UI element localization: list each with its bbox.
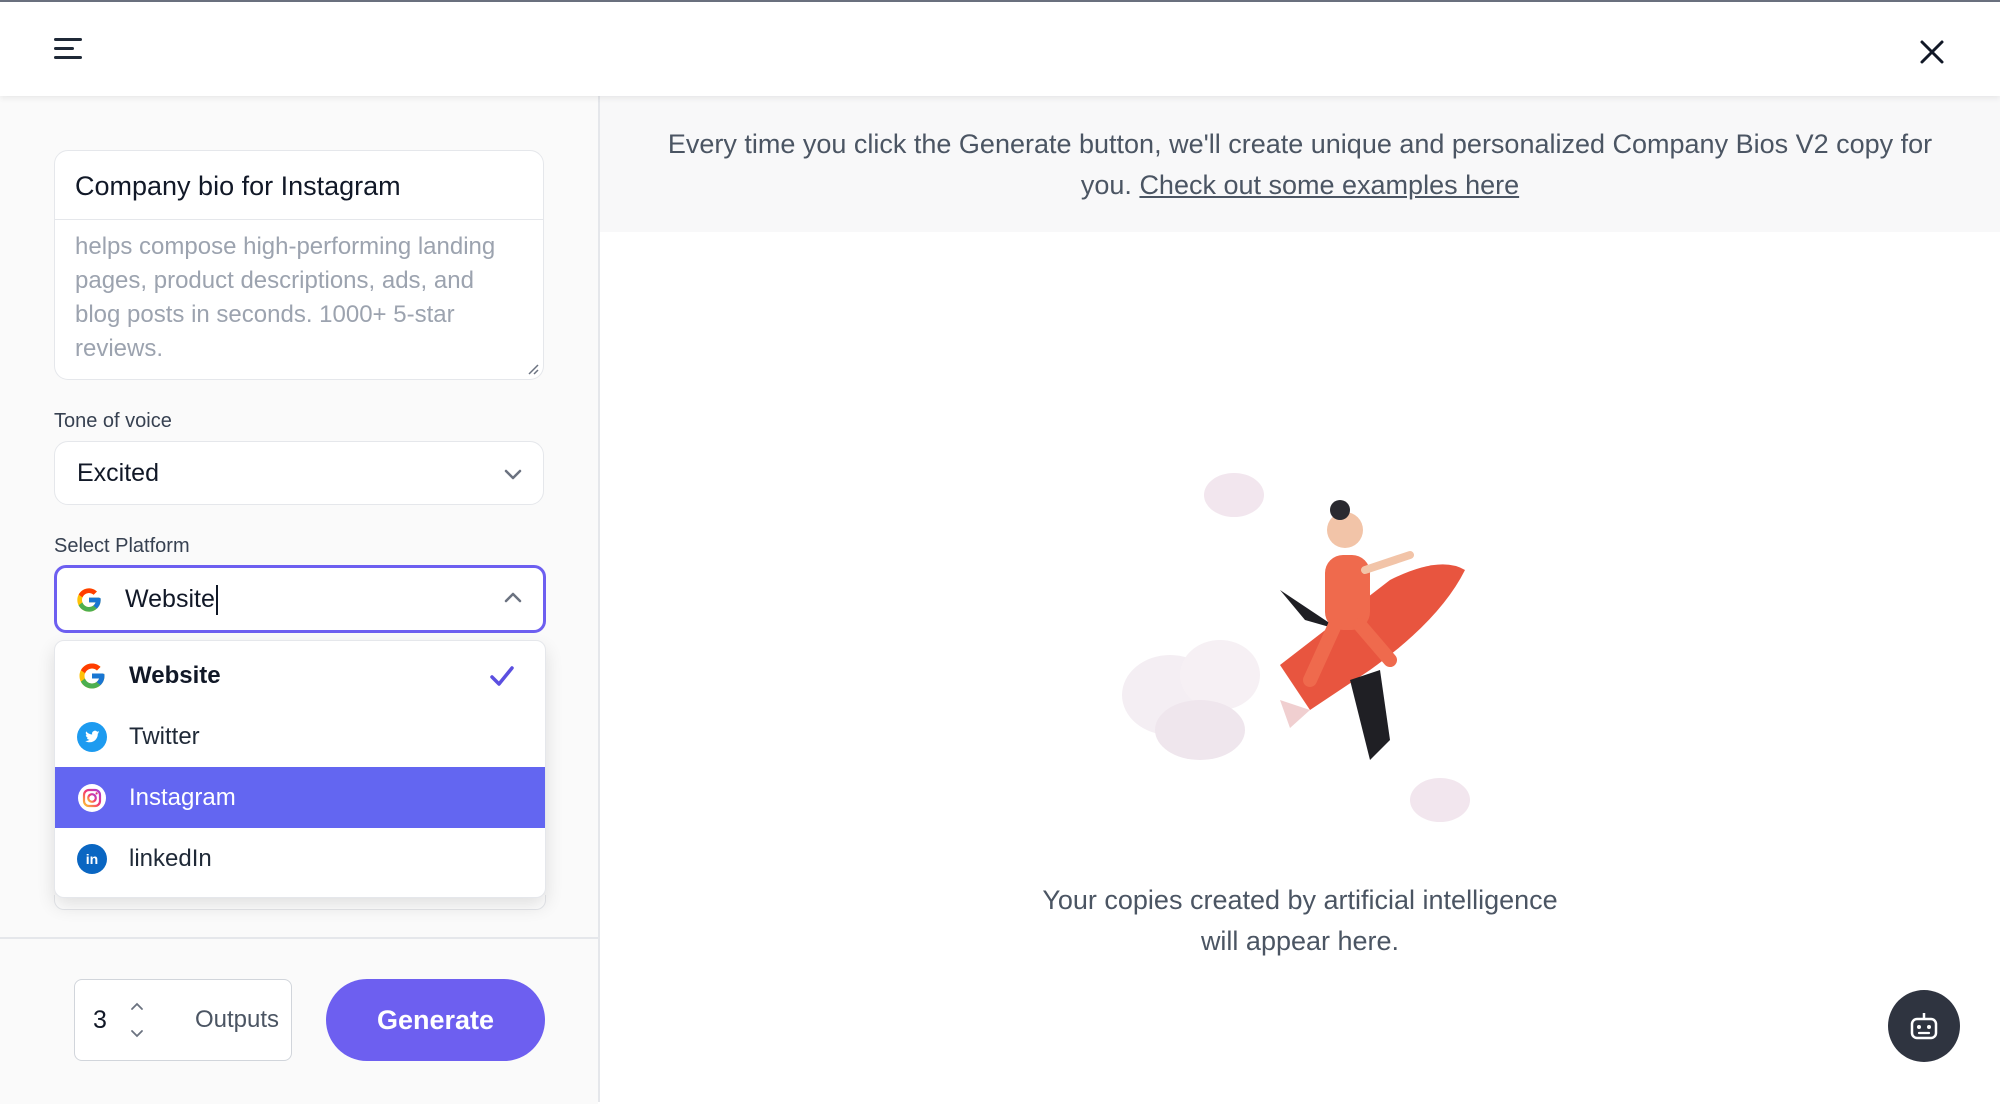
outputs-stepper[interactable]: 3 Outputs	[74, 979, 292, 1061]
close-icon[interactable]	[1916, 36, 1948, 68]
platform-option-instagram[interactable]: Instagram	[55, 767, 545, 828]
option-label: Website	[129, 662, 221, 689]
top-header	[0, 2, 2000, 96]
chatbot-button[interactable]	[1888, 990, 1960, 1062]
google-icon	[77, 588, 101, 612]
chevron-up-icon	[504, 592, 522, 603]
platform-option-website[interactable]: Website	[55, 645, 545, 706]
option-label: Twitter	[129, 723, 200, 750]
platform-label: Select Platform	[54, 535, 190, 557]
info-text: Every time you click the Generate button…	[667, 129, 1933, 200]
resize-grip-icon[interactable]	[525, 361, 539, 375]
svg-text:in: in	[86, 851, 98, 867]
empty-state-message: Your copies created by artificial intell…	[1042, 885, 1558, 956]
option-label: Instagram	[129, 784, 236, 811]
examples-link[interactable]: Check out some examples here	[1139, 170, 1519, 200]
outputs-label: Outputs	[195, 1006, 280, 1033]
stepper-arrows-icon[interactable]	[129, 1000, 145, 1040]
instagram-icon	[78, 784, 106, 812]
option-label: linkedIn	[129, 845, 212, 872]
tone-select[interactable]: Excited	[54, 441, 544, 505]
platform-option-linkedin[interactable]: in linkedIn	[55, 828, 545, 889]
robot-icon	[1910, 1013, 1938, 1040]
platform-select[interactable]: Website	[54, 565, 546, 633]
hamburger-menu-icon[interactable]	[54, 38, 82, 60]
tone-label: Tone of voice	[54, 410, 172, 432]
chevron-down-icon	[504, 469, 522, 480]
bio-name-input[interactable]: Company bio for Instagram	[54, 150, 544, 220]
platform-dropdown: Website Twitter Instagram in linkedIn	[54, 640, 546, 898]
outputs-count[interactable]: 3	[93, 980, 107, 1060]
google-icon	[79, 663, 105, 689]
checkmark-icon	[490, 666, 514, 686]
twitter-icon	[77, 722, 107, 752]
platform-option-twitter[interactable]: Twitter	[55, 706, 545, 767]
description-text: helps compose high-performing landing pa…	[75, 233, 496, 362]
tone-value: Excited	[77, 459, 159, 487]
generate-button[interactable]: Generate	[326, 979, 545, 1061]
platform-value: Website	[125, 568, 218, 630]
description-textarea[interactable]: helps compose high-performing landing pa…	[54, 220, 544, 380]
linkedin-icon: in	[77, 844, 107, 874]
rocket-rider-illustration	[1122, 473, 1470, 822]
